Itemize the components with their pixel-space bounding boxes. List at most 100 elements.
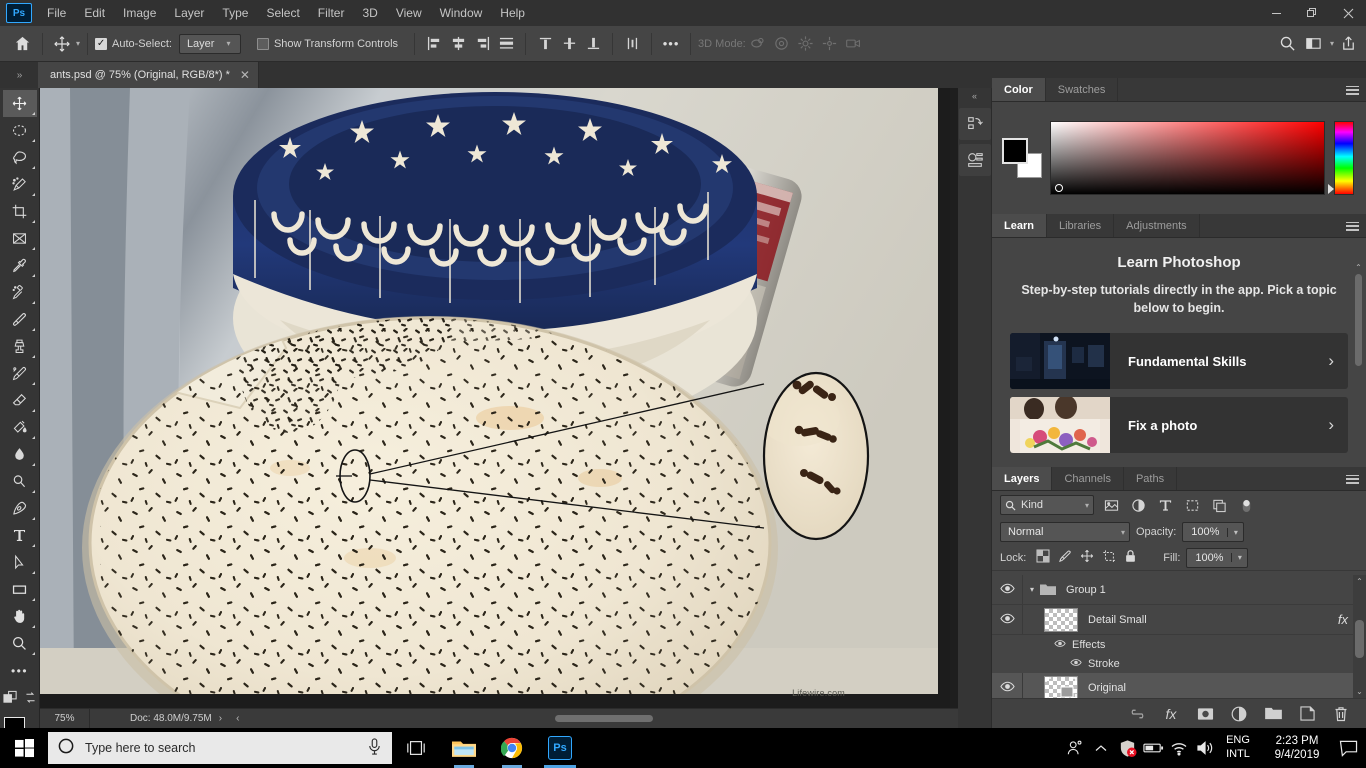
restore-button[interactable] (1294, 0, 1330, 26)
more-options-icon[interactable]: ••• (660, 33, 682, 55)
lock-artboard-icon[interactable] (1102, 549, 1116, 566)
color-ramp[interactable] (1050, 121, 1325, 195)
opacity-field[interactable]: 100% ▾ (1182, 522, 1245, 542)
learn-panel-menu-icon[interactable] (1346, 214, 1359, 238)
clock[interactable]: 2:23 PM 9/4/2019 (1264, 734, 1330, 763)
search-icon[interactable] (1277, 33, 1299, 55)
visibility-toggle-icon[interactable] (992, 681, 1022, 695)
volume-icon[interactable] (1192, 728, 1218, 768)
clone-stamp-tool[interactable] (3, 333, 37, 360)
align-left-edges-icon[interactable] (423, 33, 445, 55)
status-collapse-icon[interactable]: ‹ (229, 713, 246, 724)
blur-tool[interactable] (3, 441, 37, 468)
chevron-down-icon[interactable]: ▾ (1227, 527, 1243, 537)
security-warning-icon[interactable] (1114, 728, 1140, 768)
notification-icon[interactable] (1330, 728, 1366, 768)
layers-scroll-thumb[interactable] (1355, 620, 1364, 658)
edit-toolbar-tool[interactable]: ••• (3, 657, 37, 684)
type-filter-icon[interactable] (1155, 495, 1175, 515)
eraser-tool[interactable] (3, 387, 37, 414)
tool-preset-chevron-icon[interactable]: ▾ (76, 39, 80, 48)
distribute-spacing-icon[interactable] (621, 33, 643, 55)
zoom-level[interactable]: 75% (40, 708, 90, 729)
eyedropper-tool[interactable] (3, 252, 37, 279)
lock-all-icon[interactable] (1124, 549, 1137, 566)
task-view-icon[interactable] (392, 728, 440, 768)
new-layer-icon[interactable] (1298, 705, 1316, 723)
layer-effects-row[interactable]: Effects (992, 635, 1366, 654)
color-panel-swatches[interactable] (1002, 138, 1042, 178)
learn-scroll-up-icon[interactable]: ⌃ (1353, 262, 1364, 274)
properties-panel-icon[interactable] (959, 144, 991, 176)
layer-kind-filter[interactable]: Kind ▾ (1000, 495, 1094, 515)
align-horizontal-centers-icon[interactable] (447, 33, 469, 55)
home-icon[interactable] (9, 32, 35, 56)
layer-effects-fx-icon[interactable]: fx (1338, 612, 1354, 627)
chevron-down-icon[interactable]: ▾ (1330, 39, 1334, 48)
show-transform-controls-checkbox[interactable]: Show Transform Controls (256, 37, 398, 50)
align-right-edges-icon[interactable] (471, 33, 493, 55)
menu-view[interactable]: View (387, 2, 431, 24)
color-panel-foreground-swatch[interactable] (1002, 138, 1028, 164)
tab-adjustments[interactable]: Adjustments (1114, 214, 1200, 237)
close-button[interactable] (1330, 0, 1366, 26)
menu-filter[interactable]: Filter (309, 2, 354, 24)
tab-channels[interactable]: Channels (1052, 467, 1124, 490)
layer-row-group-1[interactable]: ▾ Group 1 (992, 575, 1366, 605)
chevron-up-icon[interactable] (1088, 728, 1114, 768)
distribute-vertical-centers-icon[interactable] (558, 33, 580, 55)
quick-mask-toggle[interactable] (2, 684, 37, 711)
battery-icon[interactable] (1140, 728, 1166, 768)
rectangle-tool[interactable] (3, 576, 37, 603)
type-tool[interactable] (3, 522, 37, 549)
tab-swatches[interactable]: Swatches (1046, 78, 1119, 101)
effects-visibility-icon[interactable] (1054, 639, 1066, 650)
layer-thumbnail[interactable] (1044, 607, 1078, 632)
close-document-icon[interactable]: ✕ (240, 68, 250, 82)
layers-scroll-down-icon[interactable]: ⌄ (1353, 685, 1366, 698)
chrome-icon[interactable] (488, 728, 536, 768)
fill-field[interactable]: 100% ▾ (1186, 547, 1249, 568)
layer-row-detail-small[interactable]: Detail Small fx ▴ (992, 605, 1366, 635)
tab-color[interactable]: Color (992, 78, 1046, 101)
menu-select[interactable]: Select (257, 2, 308, 24)
layers-panel-menu-icon[interactable] (1346, 467, 1359, 491)
lock-position-icon[interactable] (1080, 549, 1094, 566)
layer-thumbnail[interactable] (1044, 675, 1078, 698)
group-expand-chevron-icon[interactable]: ▾ (1030, 585, 1034, 594)
menu-help[interactable]: Help (491, 2, 534, 24)
move-tool[interactable] (2, 90, 37, 117)
minimize-button[interactable] (1258, 0, 1294, 26)
menu-type[interactable]: Type (213, 2, 257, 24)
color-panel-menu-icon[interactable] (1346, 78, 1359, 102)
marquee-tool[interactable] (3, 117, 37, 144)
new-group-icon[interactable] (1264, 705, 1282, 723)
auto-select-scope-dropdown[interactable]: Layer ▾ (178, 33, 241, 54)
healing-brush-tool[interactable] (3, 279, 37, 306)
smart-object-filter-icon[interactable] (1209, 495, 1229, 515)
stroke-visibility-icon[interactable] (1070, 658, 1082, 669)
distribute-top-icon[interactable] (534, 33, 556, 55)
filter-toggle-icon[interactable] (1236, 495, 1256, 515)
tab-paths[interactable]: Paths (1124, 467, 1178, 490)
align-top-edges-icon[interactable] (495, 33, 517, 55)
pen-tool[interactable] (3, 495, 37, 522)
hue-slider[interactable] (1328, 121, 1354, 195)
add-layer-style-icon[interactable]: fx (1162, 705, 1180, 723)
microphone-icon[interactable] (367, 738, 382, 758)
menu-layer[interactable]: Layer (165, 2, 213, 24)
pixel-filter-icon[interactable] (1101, 495, 1121, 515)
crop-tool[interactable] (3, 198, 37, 225)
canvas-area[interactable]: Lifewire.com (40, 88, 950, 708)
new-adjustment-layer-icon[interactable] (1230, 705, 1248, 723)
lasso-tool[interactable] (3, 144, 37, 171)
wifi-icon[interactable] (1166, 728, 1192, 768)
language-indicator[interactable]: ENG INTL (1218, 734, 1258, 762)
document-tab-ants[interactable]: ants.psd @ 75% (Original, RGB/8*) * ✕ (38, 62, 259, 88)
gradient-tool[interactable] (3, 414, 37, 441)
tutorial-card-fix-a-photo[interactable]: Fix a photo › (1010, 397, 1348, 454)
delete-layer-icon[interactable] (1332, 705, 1350, 723)
people-icon[interactable] (1062, 728, 1088, 768)
expand-dock-icon[interactable]: « (958, 88, 991, 104)
taskbar-search-input[interactable]: Type here to search (48, 732, 392, 764)
